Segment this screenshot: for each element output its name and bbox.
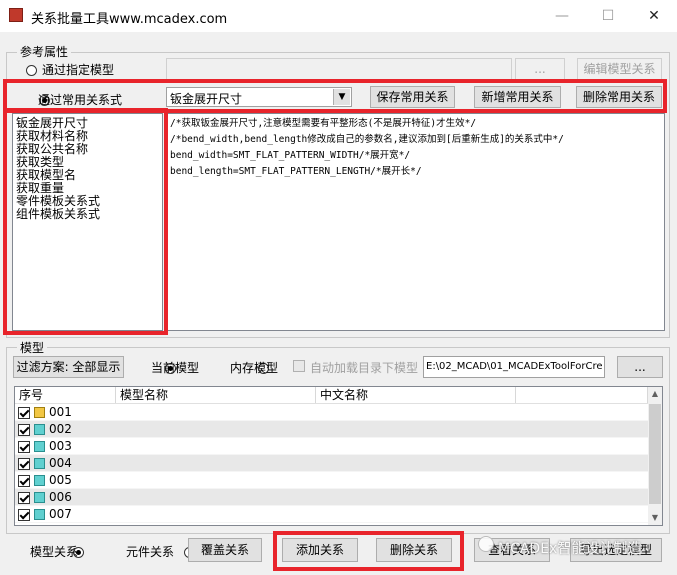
column-header-model-name[interactable]: 模型名称 [116,387,316,403]
vertical-scrollbar[interactable]: ▲ ▼ [648,387,662,525]
radio-specified-model-label: 通过指定模型 [42,63,115,77]
model-legend: 模型 [17,339,48,356]
browse-model-button[interactable]: ... [515,58,565,80]
row-checkbox[interactable] [18,424,30,436]
radio-current-model-label: 当前模型 [151,361,200,375]
edit-model-relations-button[interactable]: 编辑模型关系 [577,58,662,80]
scroll-thumb[interactable] [649,404,661,504]
table-row[interactable]: 006 [15,489,648,506]
window-title: 关系批量工具www.mcadex.com [31,12,228,27]
radio-specified-model[interactable] [26,65,37,76]
radio-memory-model-label: 内存模型 [230,361,279,375]
row-checkbox[interactable] [18,492,30,504]
row-checkbox[interactable] [18,441,30,453]
row-checkbox[interactable] [18,407,30,419]
wechat-icon [478,536,494,552]
part-icon [34,475,45,486]
row-index: 006 [49,490,72,504]
table-body: 001 002 003 004 005 006 007 [15,404,648,523]
part-icon [34,441,45,452]
part-icon [34,458,45,469]
table-row[interactable]: 001 [15,404,648,421]
part-icon [34,424,45,435]
overwrite-relations-button[interactable]: 覆盖关系 [188,538,262,562]
table-row[interactable]: 003 [15,438,648,455]
row-checkbox[interactable] [18,458,30,470]
row-index: 007 [49,507,72,521]
table-header: 序号 模型名称 中文名称 [15,387,648,404]
assembly-icon [34,407,45,418]
model-path-field [166,58,512,80]
filter-scheme-button[interactable]: 过滤方案: 全部显示 [13,356,124,378]
table-row[interactable]: 002 [15,421,648,438]
app-icon [9,8,23,22]
table-row[interactable]: 004 [15,455,648,472]
code-line: /*bend_width,bend_length修改成自己的参数名,建议添加到[… [170,134,564,145]
column-header-empty [516,387,648,403]
auto-load-label: 自动加载目录下模型 [310,361,419,375]
row-checkbox[interactable] [18,475,30,487]
column-header-chinese-name[interactable]: 中文名称 [316,387,516,403]
code-line: bend_length=SMT_FLAT_PATTERN_LENGTH/*展开长… [170,166,422,177]
row-index: 005 [49,473,72,487]
watermark-text: MCADEx智能设计制造 [498,541,642,557]
browse-directory-button[interactable]: ... [617,356,663,378]
close-button[interactable]: ✕ [631,0,677,32]
radio-model-relations-label: 模型关系 [30,545,79,559]
row-index: 003 [49,439,72,453]
maximize-button[interactable]: ☐ [585,0,631,32]
scroll-up-icon[interactable]: ▲ [648,387,662,401]
code-line: /*获取钣金展开尺寸,注意模型需要有平整形态(不是展开特征)才生效*/ [170,118,477,129]
auto-load-checkbox[interactable] [293,360,305,372]
row-index: 001 [49,405,72,419]
highlight-box-footer [273,531,464,571]
scroll-down-icon[interactable]: ▼ [648,511,662,525]
row-index: 004 [49,456,72,470]
table-row[interactable]: 007 [15,506,648,523]
load-directory-field[interactable]: E:\02_MCAD\01_MCADExToolForCre [423,356,605,378]
part-icon [34,509,45,520]
minimize-button[interactable]: — [539,0,585,32]
relation-code-editor[interactable]: /*获取钣金展开尺寸,注意模型需要有平整形态(不是展开特征)才生效*/ /*be… [167,113,665,331]
radio-component-relations-label: 元件关系 [126,545,175,559]
column-header-index[interactable]: 序号 [15,387,116,403]
highlight-box-list [3,108,168,335]
table-row[interactable]: 005 [15,472,648,489]
part-icon [34,492,45,503]
model-table: 序号 模型名称 中文名称 001 002 003 004 005 006 007… [14,386,663,526]
row-checkbox[interactable] [18,509,30,521]
reference-legend: 参考属性 [17,43,72,60]
row-index: 002 [49,422,72,436]
code-line: bend_width=SMT_FLAT_PATTERN_WIDTH/*展开宽*/ [170,150,411,161]
